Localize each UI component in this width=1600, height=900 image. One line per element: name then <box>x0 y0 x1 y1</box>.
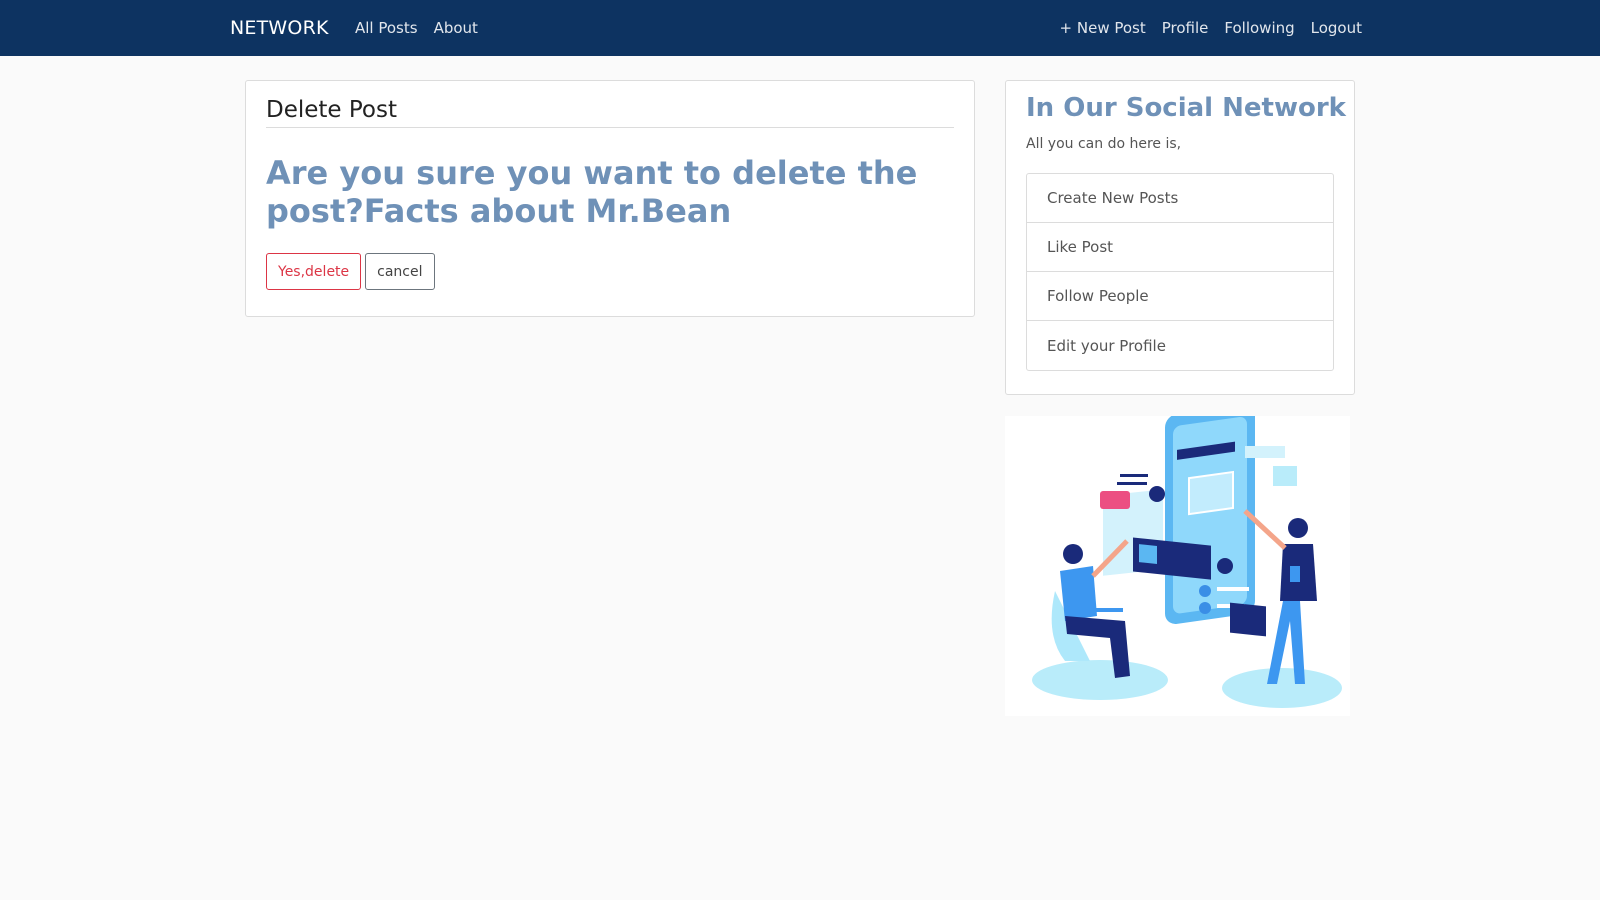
card-title: Delete Post <box>266 97 954 128</box>
right-floor-ellipse <box>1222 668 1342 708</box>
top-navbar: NETWORK All Posts About + New Post Profi… <box>0 0 1600 56</box>
illustration-svg <box>1032 404 1342 708</box>
sidebar-subtitle: All you can do here is, <box>1026 136 1182 152</box>
nav-right-group: + New Post Profile Following Logout <box>1060 19 1362 37</box>
nav-following-link[interactable]: Following <box>1224 19 1294 37</box>
nav-left-group: All Posts About <box>355 19 478 37</box>
nav-about-link[interactable]: About <box>434 19 478 37</box>
features-list: Create New Posts Like Post Follow People… <box>1026 173 1334 371</box>
nav-all-posts-link[interactable]: All Posts <box>355 19 418 37</box>
confirm-delete-button[interactable]: Yes,delete <box>266 253 362 290</box>
nav-logout-link[interactable]: Logout <box>1311 19 1362 37</box>
man-figure <box>1243 509 1317 684</box>
sidebar-title: In Our Social Network <box>1026 93 1346 123</box>
delete-post-card: Delete Post Are you sure you want to del… <box>245 80 975 317</box>
social-network-illustration <box>1005 404 1350 716</box>
list-item-edit-profile: Edit your Profile <box>1047 336 1166 355</box>
features-sidebar-card: In Our Social Network All you can do her… <box>1005 80 1355 395</box>
nav-new-post-link[interactable]: + New Post <box>1060 19 1146 37</box>
list-item-create-new-posts: Create New Posts <box>1027 174 1333 223</box>
delete-actions: Yes,delete cancel <box>266 253 435 290</box>
phone-graphic <box>1100 404 1297 637</box>
delete-confirmation-message: Are you sure you want to delete the post… <box>266 154 918 230</box>
cancel-button[interactable]: cancel <box>365 253 435 290</box>
nav-profile-link[interactable]: Profile <box>1162 19 1209 37</box>
brand-logo-link[interactable]: NETWORK <box>230 17 329 39</box>
list-item-follow-people: Follow People <box>1027 272 1333 321</box>
left-floor-ellipse <box>1032 660 1168 700</box>
list-item-like-post: Like Post <box>1027 223 1333 272</box>
